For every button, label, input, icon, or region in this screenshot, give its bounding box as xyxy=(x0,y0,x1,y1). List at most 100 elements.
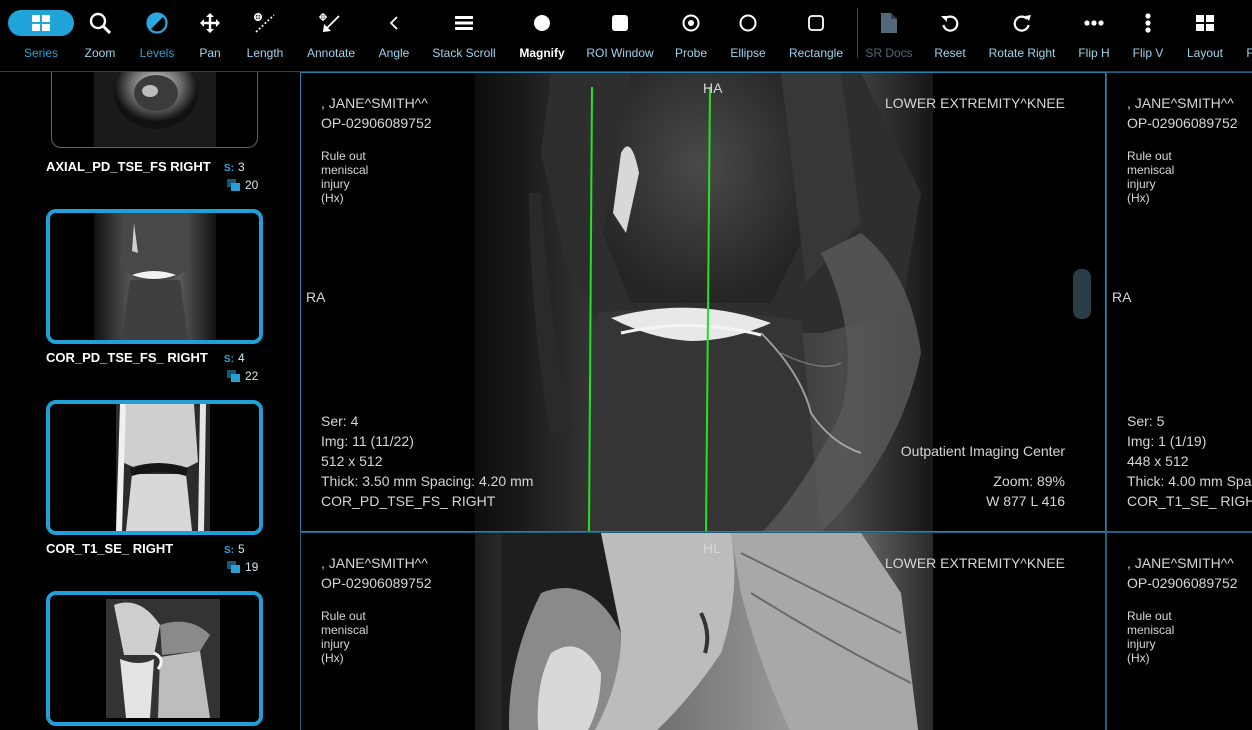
tool-rectangle[interactable]: Rectangle xyxy=(784,0,848,71)
tool-label: Zoom xyxy=(84,46,116,60)
history-line: injury xyxy=(1127,177,1156,191)
orientation-left: RA xyxy=(1112,289,1132,305)
image-stack-icon xyxy=(227,561,240,573)
viewport-bottom-left[interactable]: , JANE^SMITH^^ OP-02906089752 Rule out m… xyxy=(300,532,1106,730)
rotate-icon xyxy=(1013,15,1031,32)
orientation-top: HA xyxy=(703,80,723,96)
tool-zoom[interactable]: Zoom xyxy=(75,0,125,71)
tool-annotate[interactable]: Annotate xyxy=(302,0,360,71)
document-icon xyxy=(881,13,897,33)
stack-scrollbar-thumb[interactable] xyxy=(1073,269,1091,319)
tool-roi-window[interactable]: ROI Window xyxy=(582,0,658,71)
history-line: meniscal xyxy=(321,163,369,177)
angle-icon xyxy=(389,16,398,30)
patient-name: , JANE^SMITH^^ xyxy=(321,95,428,111)
history-line: (Hx) xyxy=(321,191,344,205)
image-matrix: 448 x 512 xyxy=(1127,453,1189,469)
tool-flip-h[interactable]: Flip H xyxy=(1070,0,1118,71)
bars-icon xyxy=(455,16,473,30)
study-description: LOWER EXTREMITY^KNEE xyxy=(884,95,1065,111)
patient-name: , JANE^SMITH^^ xyxy=(321,555,428,571)
dots-horizontal-icon xyxy=(1084,20,1104,26)
history-line: Rule out xyxy=(321,609,366,623)
series-name: AXIAL_PD_TSE_FS RIGHT xyxy=(46,159,211,174)
tool-reset[interactable]: Reset xyxy=(928,0,972,71)
series-thumbnail[interactable] xyxy=(51,72,258,148)
tool-flip-v[interactable]: Flip V xyxy=(1124,0,1172,71)
history-line: Rule out xyxy=(321,149,366,163)
series-thumbnail[interactable] xyxy=(46,400,263,535)
slice-thickness: Thick: 3.50 mm Spacing: 4.20 mm xyxy=(321,473,534,489)
contrast-icon xyxy=(146,12,168,34)
toolbar-separator xyxy=(857,8,858,58)
image-matrix: 512 x 512 xyxy=(321,453,383,469)
tool-label: Length xyxy=(246,46,284,60)
series-image-count-value: 19 xyxy=(245,560,259,574)
tool-levels[interactable]: Levels xyxy=(132,0,182,71)
tool-overflow[interactable]: F xyxy=(1240,0,1252,71)
patient-name: , JANE^SMITH^^ xyxy=(1127,95,1234,111)
series-thumbnail[interactable] xyxy=(46,209,263,344)
image-index: Img: 1 (1/19) xyxy=(1127,433,1207,449)
tool-probe[interactable]: Probe xyxy=(668,0,714,71)
viewport-bottom-right[interactable]: , JANE^SMITH^^ OP-02906089752 Rule out m… xyxy=(1106,532,1252,730)
patient-id: OP-02906089752 xyxy=(1127,575,1238,591)
orientation-left: RA xyxy=(306,289,326,305)
series-number-label: S: xyxy=(224,163,234,174)
tool-label: Annotate xyxy=(306,46,356,60)
history-line: injury xyxy=(321,177,350,191)
reset-icon xyxy=(941,15,959,32)
tool-sr-docs[interactable]: SR Docs xyxy=(862,0,916,71)
series-image-count: 22 xyxy=(227,369,258,383)
history-line: (Hx) xyxy=(1127,191,1150,205)
dots-vertical-icon xyxy=(1145,13,1151,33)
mri-thumbnail-coronal-t1 xyxy=(50,404,259,531)
viewport-top-right[interactable]: , JANE^SMITH^^ OP-02906089752 Rule out m… xyxy=(1106,72,1252,532)
layout-grid-icon xyxy=(1196,15,1214,31)
patient-id: OP-02906089752 xyxy=(321,115,432,131)
tool-pan[interactable]: Pan xyxy=(186,0,234,71)
tool-label: Flip H xyxy=(1078,46,1110,60)
series-info: Ser: 5 xyxy=(1127,413,1165,429)
reference-lines xyxy=(588,86,711,531)
image-index: Img: 11 (11/22) xyxy=(321,433,414,449)
clinical-history: Rule out meniscal injury (Hx) xyxy=(321,149,368,205)
tool-label: Ellipse xyxy=(730,46,766,60)
tool-angle[interactable]: Angle xyxy=(370,0,418,71)
series-thumbnail[interactable] xyxy=(46,591,263,726)
window-level: W 877 L 416 xyxy=(986,493,1065,509)
series-image-count: 20 xyxy=(227,178,258,192)
tool-stack-scroll[interactable]: Stack Scroll xyxy=(428,0,500,71)
clinical-history: Rule out meniscal injury (Hx) xyxy=(1127,149,1174,205)
history-line: (Hx) xyxy=(321,651,344,665)
tool-label: ROI Window xyxy=(586,46,654,60)
tool-label: Flip V xyxy=(1132,46,1164,60)
tool-label: Magnify xyxy=(519,46,565,60)
tool-ellipse[interactable]: Ellipse xyxy=(724,0,772,71)
tool-length[interactable]: Length xyxy=(240,0,290,71)
series-number-value: 5 xyxy=(238,542,245,556)
reference-line xyxy=(588,86,593,531)
tool-layout[interactable]: Layout xyxy=(1180,0,1230,71)
image-stack-icon xyxy=(227,179,240,191)
history-line: injury xyxy=(321,637,350,651)
series-name: COR_T1_SE_ RIGHT xyxy=(46,541,174,556)
history-line: (Hx) xyxy=(1127,651,1150,665)
magnifier-icon xyxy=(89,12,111,34)
grid-icon xyxy=(32,15,50,31)
tool-series[interactable]: Series xyxy=(5,0,77,71)
series-number-label: S: xyxy=(224,545,234,556)
tool-label: SR Docs xyxy=(865,46,913,60)
series-toggle-pill[interactable] xyxy=(8,10,74,36)
tool-magnify[interactable]: Magnify xyxy=(512,0,572,71)
history-line: meniscal xyxy=(1127,163,1175,177)
move-arrows-icon xyxy=(200,13,220,33)
series-number-value: 3 xyxy=(238,160,245,174)
tool-rotate-right[interactable]: Rotate Right xyxy=(984,0,1060,71)
tool-label: Series xyxy=(23,46,58,60)
mri-thumbnail-axial xyxy=(94,72,216,147)
mri-thumbnail-sagittal xyxy=(50,595,259,722)
viewport-top-left[interactable]: , JANE^SMITH^^ OP-02906089752 Rule out m… xyxy=(300,72,1106,532)
clinical-history: Rule out meniscal injury (Hx) xyxy=(321,609,368,665)
image-stack-icon xyxy=(227,370,240,382)
